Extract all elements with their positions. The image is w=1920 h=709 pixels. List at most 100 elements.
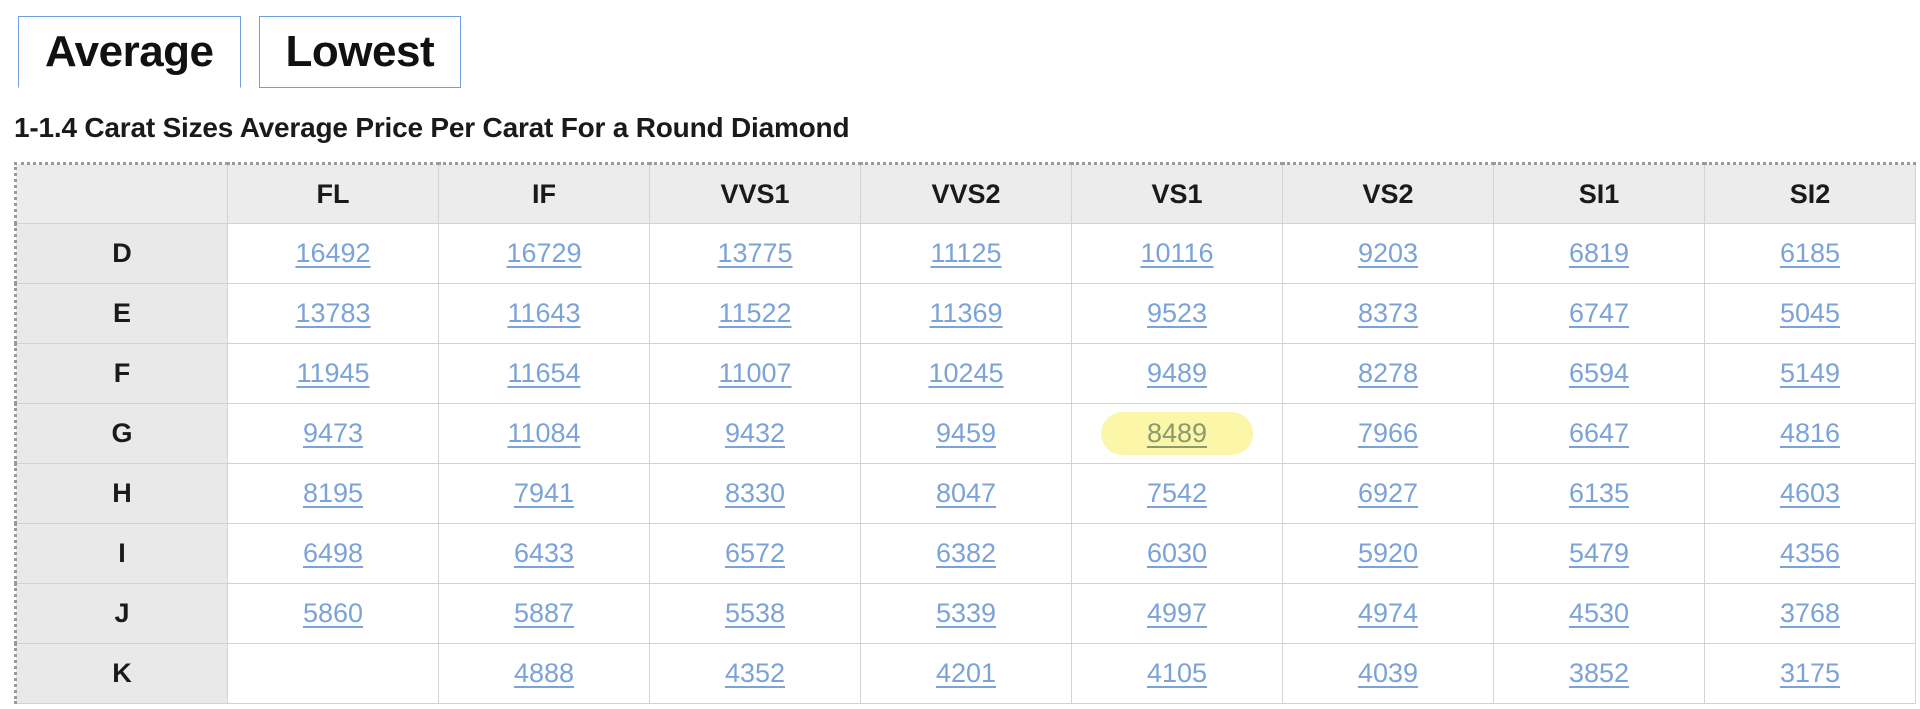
price-link[interactable]: 10245 xyxy=(928,358,1003,389)
price-cell: 11643 xyxy=(438,283,650,344)
price-link[interactable]: 11945 xyxy=(296,358,369,389)
row-label-i: I xyxy=(15,523,228,584)
price-link[interactable]: 7542 xyxy=(1147,478,1207,509)
price-link[interactable]: 3768 xyxy=(1780,598,1840,629)
price-link[interactable]: 6572 xyxy=(725,538,785,569)
price-link[interactable]: 6647 xyxy=(1569,418,1629,449)
price-cell: 5860 xyxy=(227,583,439,644)
price-link[interactable]: 4974 xyxy=(1358,598,1418,629)
price-cell: 10116 xyxy=(1071,223,1283,284)
price-link[interactable]: 11522 xyxy=(718,298,791,329)
header-row: FL IF VVS1 VVS2 VS1 VS2 SI1 SI2 xyxy=(15,163,1916,224)
price-link[interactable]: 7966 xyxy=(1358,418,1418,449)
price-link[interactable]: 11084 xyxy=(507,418,580,449)
price-link[interactable]: 11125 xyxy=(930,238,1001,269)
price-link[interactable]: 4356 xyxy=(1780,538,1840,569)
price-cell: 16492 xyxy=(227,223,439,284)
table-row: D 16492 16729 13775 11125 10116 9203 6819 6185 xyxy=(15,223,1916,284)
price-link[interactable]: 5339 xyxy=(936,598,996,629)
price-cell: 5538 xyxy=(649,583,861,644)
price-link[interactable]: 4352 xyxy=(725,658,785,689)
price-link[interactable]: 6498 xyxy=(303,538,363,569)
price-cell: 4997 xyxy=(1071,583,1283,644)
price-link[interactable]: 9489 xyxy=(1147,358,1207,389)
price-cell: 4603 xyxy=(1704,463,1916,524)
price-link[interactable]: 5920 xyxy=(1358,538,1418,569)
price-link[interactable]: 16492 xyxy=(295,238,370,269)
price-link[interactable]: 11007 xyxy=(718,358,791,389)
price-link[interactable]: 11643 xyxy=(507,298,580,329)
price-link[interactable]: 9523 xyxy=(1147,298,1207,329)
price-cell: 11654 xyxy=(438,343,650,404)
price-link[interactable]: 4530 xyxy=(1569,598,1629,629)
price-link[interactable]: 4888 xyxy=(514,658,574,689)
price-cell: 11522 xyxy=(649,283,861,344)
table-row: I 6498 6433 6572 6382 6030 5920 5479 4356 xyxy=(15,523,1916,584)
price-link[interactable]: 8278 xyxy=(1358,358,1418,389)
price-link[interactable]: 6030 xyxy=(1147,538,1207,569)
column-header-si1: SI1 xyxy=(1493,163,1705,224)
price-link[interactable]: 9473 xyxy=(303,418,363,449)
price-cell: 6135 xyxy=(1493,463,1705,524)
price-link[interactable]: 6927 xyxy=(1358,478,1418,509)
table-row: F 11945 11654 11007 10245 9489 8278 6594 5149 xyxy=(15,343,1916,404)
price-link[interactable]: 6594 xyxy=(1569,358,1629,389)
table-row: H 8195 7941 8330 8047 7542 6927 6135 4603 xyxy=(15,463,1916,524)
price-link[interactable]: 9459 xyxy=(936,418,996,449)
price-link[interactable]: 13775 xyxy=(717,238,792,269)
column-header-fl: FL xyxy=(227,163,439,224)
price-link[interactable]: 5860 xyxy=(303,598,363,629)
price-cell: 6647 xyxy=(1493,403,1705,464)
price-link[interactable]: 4603 xyxy=(1780,478,1840,509)
price-link[interactable]: 6819 xyxy=(1569,238,1629,269)
price-link[interactable]: 5149 xyxy=(1780,358,1840,389)
price-link[interactable]: 5538 xyxy=(725,598,785,629)
price-cell: 5045 xyxy=(1704,283,1916,344)
price-link[interactable]: 4201 xyxy=(936,658,996,689)
price-link[interactable]: 6135 xyxy=(1569,478,1629,509)
price-link[interactable]: 6382 xyxy=(936,538,996,569)
price-link[interactable]: 3175 xyxy=(1780,658,1840,689)
table-body: D 16492 16729 13775 11125 10116 9203 6819 6185 E 1… xyxy=(15,223,1916,704)
tab-average[interactable]: Average xyxy=(18,16,241,88)
price-cell: 11945 xyxy=(227,343,439,404)
price-link[interactable]: 8373 xyxy=(1358,298,1418,329)
price-cell: 6382 xyxy=(860,523,1072,584)
price-cell: 8278 xyxy=(1282,343,1494,404)
price-link[interactable]: 11654 xyxy=(507,358,580,389)
price-link[interactable]: 6433 xyxy=(514,538,574,569)
row-label-j: J xyxy=(15,583,228,644)
price-link[interactable]: 4039 xyxy=(1358,658,1418,689)
column-header-vvs1: VVS1 xyxy=(649,163,861,224)
price-link[interactable]: 16729 xyxy=(506,238,581,269)
price-link[interactable]: 4997 xyxy=(1147,598,1207,629)
price-link[interactable]: 9432 xyxy=(725,418,785,449)
price-link[interactable]: 9203 xyxy=(1358,238,1418,269)
table-corner-cell xyxy=(15,163,228,224)
price-link[interactable]: 4816 xyxy=(1780,418,1840,449)
price-link[interactable]: 5479 xyxy=(1569,538,1629,569)
price-cell: 3175 xyxy=(1704,643,1916,704)
price-cell: 4888 xyxy=(438,643,650,704)
price-link[interactable]: 6185 xyxy=(1780,238,1840,269)
column-header-vvs2: VVS2 xyxy=(860,163,1072,224)
price-link[interactable]: 6747 xyxy=(1569,298,1629,329)
price-link[interactable]: 8330 xyxy=(725,478,785,509)
tab-lowest[interactable]: Lowest xyxy=(258,16,462,88)
price-cell: 4352 xyxy=(649,643,861,704)
price-cell: 8047 xyxy=(860,463,1072,524)
price-link[interactable]: 5045 xyxy=(1780,298,1840,329)
price-link[interactable]: 3852 xyxy=(1569,658,1629,689)
price-cell: 6185 xyxy=(1704,223,1916,284)
price-cell: 3852 xyxy=(1493,643,1705,704)
price-link[interactable]: 7941 xyxy=(514,478,574,509)
price-link[interactable]: 8195 xyxy=(303,478,363,509)
price-link[interactable]: 13783 xyxy=(295,298,370,329)
price-link[interactable]: 8047 xyxy=(936,478,996,509)
price-cell: 4530 xyxy=(1493,583,1705,644)
price-link[interactable]: 10116 xyxy=(1140,238,1213,269)
price-link[interactable]: 5887 xyxy=(514,598,574,629)
price-link[interactable]: 8489 xyxy=(1147,420,1207,447)
price-link[interactable]: 4105 xyxy=(1147,658,1207,689)
price-link[interactable]: 11369 xyxy=(929,298,1002,329)
